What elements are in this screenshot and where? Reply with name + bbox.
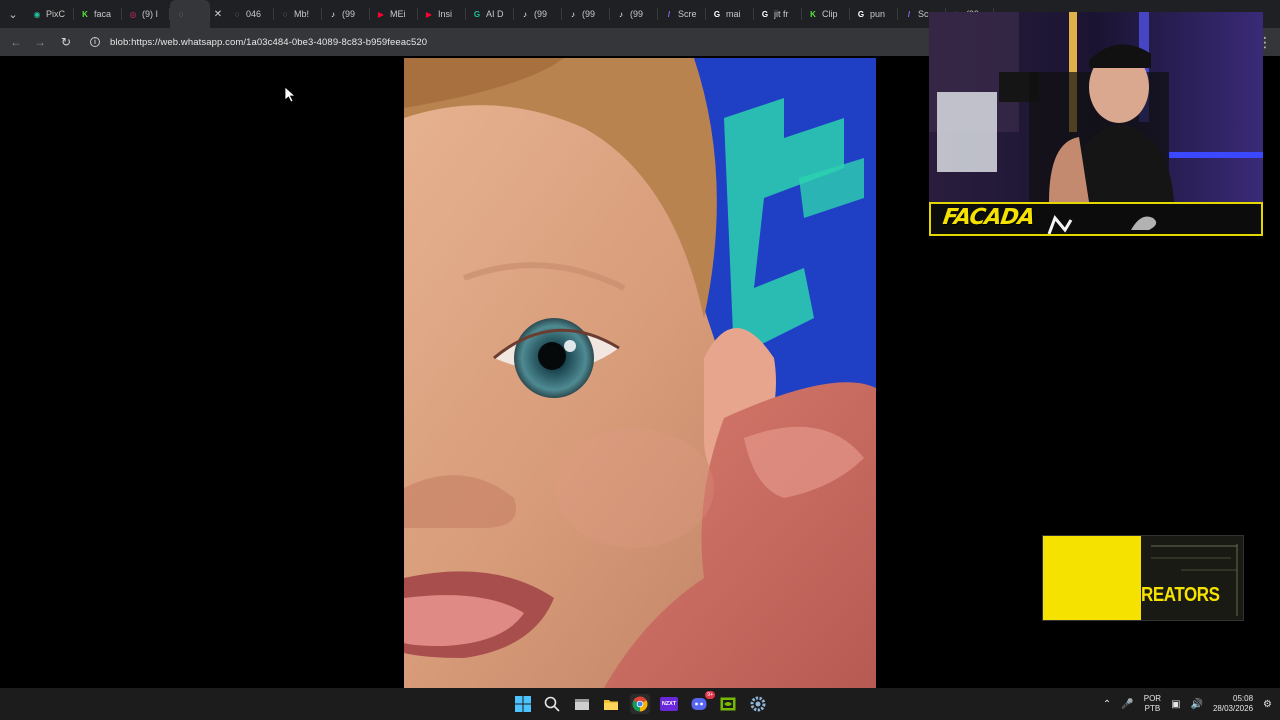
- eye-icon: ◉: [33, 9, 41, 19]
- tab-title: (99: [342, 9, 356, 19]
- browser-tab[interactable]: ▶ MEi: [370, 0, 418, 28]
- tab-title: PixC: [46, 9, 66, 19]
- browser-tab[interactable]: ◉ PixC: [26, 0, 74, 28]
- file-explorer-icon[interactable]: [572, 694, 592, 714]
- browser-tab[interactable]: ◌ Mb!: [274, 0, 322, 28]
- youtube-icon: ▶: [425, 9, 433, 19]
- globe-icon: ◌: [178, 9, 184, 19]
- browser-tab[interactable]: ◎ (9) I: [122, 0, 170, 28]
- tab-search-chevron-icon[interactable]: ⌄: [0, 0, 26, 28]
- volume-icon[interactable]: 🔊: [1191, 699, 1203, 710]
- windows-start-icon[interactable]: [513, 694, 533, 714]
- tab-title: Scre: [678, 9, 697, 19]
- google-icon: G: [761, 9, 769, 19]
- folder-icon[interactable]: [601, 694, 621, 714]
- clock-time: 05:08: [1233, 694, 1254, 703]
- tab-title: (99: [534, 9, 548, 19]
- creators-overlay: REATORS: [1042, 535, 1244, 621]
- globe-icon: ◌: [234, 9, 240, 19]
- tiktok-icon: ♪: [571, 9, 575, 19]
- browser-tab[interactable]: ◌: [170, 0, 210, 28]
- network-icon[interactable]: ▣: [1171, 699, 1180, 710]
- globe-icon: ◌: [282, 9, 288, 19]
- reload-icon[interactable]: ↻: [54, 30, 78, 54]
- nvidia-icon[interactable]: [718, 694, 738, 714]
- tab-close-icon[interactable]: ✕: [210, 0, 226, 28]
- browser-tab[interactable]: K Clip: [802, 0, 850, 28]
- streamer-webcam-feed: [929, 12, 1263, 202]
- browser-tab[interactable]: G AI D: [466, 0, 514, 28]
- streamer-name-banner: FACADA: [929, 202, 1263, 236]
- search-icon[interactable]: [542, 694, 562, 714]
- forward-arrow-icon[interactable]: →: [28, 30, 52, 54]
- tab-title: (99: [630, 9, 644, 19]
- creators-text: REATORS: [1141, 584, 1220, 606]
- back-arrow-icon[interactable]: ←: [4, 30, 28, 54]
- windows-taskbar: NZXT 9+ ⌃ 🎤 POR PTB ▣ 🔊 05:08 28/03/2026: [0, 688, 1280, 720]
- site-info-icon[interactable]: i: [86, 33, 104, 51]
- grammarly-icon: G: [473, 9, 481, 19]
- webcam-overlay: [929, 12, 1263, 202]
- browser-tab[interactable]: ♪ (99: [322, 0, 370, 28]
- browser-tab[interactable]: ♪ (99: [514, 0, 562, 28]
- banner-decoration: [1047, 215, 1157, 234]
- tab-title: mai: [726, 9, 741, 19]
- tab-title: (99: [582, 9, 596, 19]
- browser-tab[interactable]: Gpun: [850, 0, 898, 28]
- tab-title: (9) I: [142, 9, 159, 19]
- address-bar[interactable]: i blob:https://web.whatsapp.com/1a03c484…: [84, 31, 934, 53]
- mouse-cursor-icon: [285, 87, 297, 103]
- browser-tab[interactable]: ◌ 046: [226, 0, 274, 28]
- tiktok-icon: ♪: [331, 9, 335, 19]
- chrome-icon[interactable]: [630, 694, 650, 714]
- tab-title: 046: [246, 9, 262, 19]
- baby-photo-illustration: [404, 58, 876, 688]
- url-text[interactable]: blob:https://web.whatsapp.com/1a03c484-0…: [110, 37, 427, 48]
- browser-tab[interactable]: ♪ (99: [562, 0, 610, 28]
- pen-icon: /: [667, 9, 671, 19]
- tab-title: Mb!: [294, 9, 310, 19]
- creators-lines-decoration: [1151, 544, 1238, 616]
- tab-title: Clip: [822, 9, 838, 19]
- tab-title: AI D: [486, 9, 504, 19]
- clock-date: 28/03/2026: [1212, 704, 1254, 713]
- browser-tab[interactable]: Kfaca: [74, 0, 122, 28]
- clock[interactable]: 05:08 28/03/2026: [1213, 694, 1253, 714]
- screen: ⌄ ◉ PixC Kfaca ◎ (9) I ◌ ✕ ◌ 046 ◌ Mb! ♪ (99 ▶ MEi ▶ Ins…: [0, 0, 1280, 720]
- tab-title: MEi: [390, 9, 406, 19]
- pen-icon: /: [907, 9, 911, 19]
- creators-yellow-panel: [1043, 536, 1141, 620]
- tiktok-icon: ♪: [619, 9, 623, 19]
- tab-list: ◉ PixC Kfaca ◎ (9) I ◌ ✕ ◌ 046 ◌ Mb! ♪ (99 ▶ MEi ▶ Insi G…: [26, 0, 994, 28]
- creators-dark-panel: [1141, 536, 1243, 620]
- notifications-icon[interactable]: ⚙: [1263, 699, 1272, 710]
- tab-title: Insi: [438, 9, 453, 19]
- browser-tab[interactable]: / Scre: [658, 0, 706, 28]
- language-indicator[interactable]: POR PTB: [1144, 694, 1161, 714]
- browser-tab[interactable]: Gjit fr: [754, 0, 802, 28]
- youtube-icon: ▶: [377, 9, 385, 19]
- system-tray: ⌃ 🎤 POR PTB ▣ 🔊 05:08 28/03/2026 ⚙: [1103, 688, 1272, 720]
- settings-icon[interactable]: [748, 694, 768, 714]
- browser-tab[interactable]: ♪ (99: [610, 0, 658, 28]
- browser-tab[interactable]: Gmai: [706, 0, 754, 28]
- browser-tab[interactable]: ▶ Insi: [418, 0, 466, 28]
- k-icon: K: [810, 9, 816, 19]
- tray-chevron-up-icon[interactable]: ⌃: [1103, 699, 1111, 710]
- google-icon: G: [857, 9, 865, 19]
- discord-icon[interactable]: 9+: [689, 691, 715, 714]
- nzxt-icon[interactable]: NZXT: [659, 694, 679, 714]
- baby-photo: [404, 58, 876, 688]
- tab-title: pun: [870, 9, 886, 19]
- instagram-icon: ◎: [129, 9, 137, 19]
- k-icon: K: [82, 9, 88, 19]
- tab-title: faca: [94, 9, 112, 19]
- google-icon: G: [713, 9, 721, 19]
- tiktok-icon: ♪: [523, 9, 527, 19]
- tab-title: jit fr: [774, 9, 789, 19]
- microphone-icon[interactable]: 🎤: [1121, 699, 1133, 710]
- discord-badge: 9+: [705, 691, 715, 699]
